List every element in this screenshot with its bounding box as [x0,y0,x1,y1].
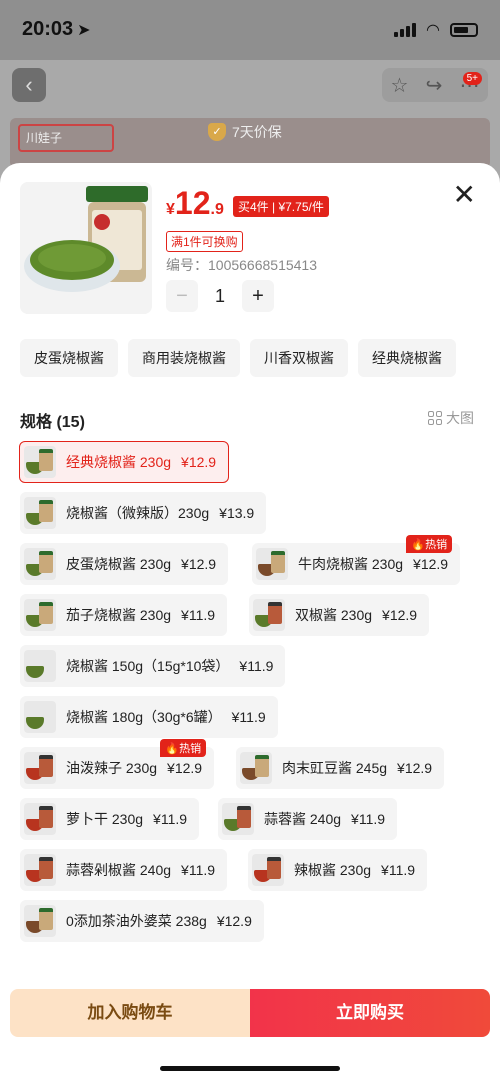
close-icon[interactable]: ✕ [453,181,476,209]
quick-filter-chips: 皮蛋烧椒酱 商用装烧椒酱 川香双椒酱 经典烧椒酱 [20,339,456,377]
status-bar: 20:03 ➤ ◠ [0,0,500,60]
chip-classic[interactable]: 经典烧椒酱 [358,339,456,377]
brand-logo: 川娃子 [18,124,114,152]
spec-thumb [24,599,56,631]
spec-title: 规格 (15) [20,414,85,431]
hot-sale-badge: 🔥热销 [406,535,453,553]
home-indicator [160,1066,340,1071]
spec-thumb [24,548,56,580]
spec-thumb [24,446,56,478]
spec-option[interactable]: 油泼辣子 230g ¥12.9 🔥热销 [20,739,215,789]
current-price: ¥ 12 .9 [166,185,224,221]
hot-sale-badge: 🔥热销 [160,739,207,757]
spec-thumb [24,650,56,682]
spec-option[interactable]: 0添加茶油外婆菜 238g ¥12.9 [20,900,264,942]
top-nav: ‹ ☆ ↪ ⋯ 5+ [0,60,500,112]
chip-double-pepper[interactable]: 川香双椒酱 [250,339,348,377]
sku-number: 编号：10056668515413 [166,257,318,273]
spec-option[interactable]: 经典烧椒酱 230g ¥12.9 [19,441,230,483]
spec-option[interactable]: 双椒酱 230g ¥12.9 [249,594,430,636]
chip-pidan[interactable]: 皮蛋烧椒酱 [20,339,118,377]
spec-option[interactable]: 烧椒酱（微辣版）230g ¥13.9 [20,492,267,534]
favorite-star-icon[interactable]: ☆ [391,73,409,98]
spec-option[interactable]: 蒜蓉剁椒酱 240g ¥11.9 [20,849,228,891]
spec-option[interactable]: 烧椒酱 180g（30g*6罐） ¥11.9 [20,696,278,738]
add-to-cart-button[interactable]: 加入购物车 [10,989,250,1037]
increase-button[interactable]: + [242,280,274,312]
spec-option[interactable]: 蒜蓉酱 240g ¥11.9 [218,798,398,840]
action-bar: 加入购物车 立即购买 [10,989,490,1037]
nav-actions: ☆ ↪ ⋯ 5+ [382,68,488,102]
back-button[interactable]: ‹ [12,68,46,102]
grid-icon [428,411,442,425]
spec-thumb [24,854,56,886]
product-photo [20,182,152,314]
buy-now-button[interactable]: 立即购买 [250,989,490,1037]
spec-thumb [24,905,56,937]
spec-thumb [222,803,254,835]
wifi-icon: ◠ [426,22,440,39]
status-time: 20:03 ➤ [22,18,91,40]
decrease-button[interactable]: − [166,280,198,312]
shield-check-icon: ✓ [208,123,226,141]
swap-purchase-badge: 满1件可换购 [166,231,243,252]
spec-thumb [256,548,288,580]
spec-option[interactable]: 皮蛋烧椒酱 230g ¥12.9 [20,543,229,585]
spec-thumb [24,803,56,835]
spec-thumb [240,752,272,784]
spec-option[interactable]: 烧椒酱 150g（15g*10袋） ¥11.9 [20,645,286,687]
bulk-promo-badge: 买4件 | ¥7.75/件 [233,196,329,217]
quantity-value[interactable]: 1 [208,286,232,307]
sku-selector-sheet: ✕ ¥ 12 .9 买4件 | ¥7.75/件 满1件可换购 编号：100566… [0,163,500,1082]
spec-thumb [24,701,56,733]
location-arrow-icon: ➤ [77,22,91,39]
product-image[interactable] [20,182,152,314]
spec-thumb [253,599,285,631]
guarantee-label: 7天价保 [232,124,282,140]
system-icons: ◠ [394,20,478,40]
spec-option[interactable]: 牛肉烧椒酱 230g ¥12.9 🔥热销 [252,535,461,585]
chip-commercial[interactable]: 商用装烧椒酱 [128,339,240,377]
spec-option[interactable]: 辣椒酱 230g ¥11.9 [248,849,428,891]
spec-option[interactable]: 茄子烧椒酱 230g ¥11.9 [20,594,228,636]
spec-thumb [24,752,56,784]
quantity-stepper: − 1 + [166,280,274,312]
spec-option[interactable]: 萝卜干 230g ¥11.9 [20,798,200,840]
share-icon[interactable]: ↪ [426,73,443,98]
price-guarantee: ✓ 7天价保 [208,122,282,142]
spec-option[interactable]: 肉末豇豆酱 245g ¥12.9 [236,747,445,789]
signal-icon [394,23,417,37]
spec-thumb [252,854,284,886]
big-view-toggle[interactable]: 大图 [428,408,474,428]
cart-count-badge: 5+ [462,72,482,85]
spec-thumb [24,497,56,529]
battery-icon [450,23,478,37]
